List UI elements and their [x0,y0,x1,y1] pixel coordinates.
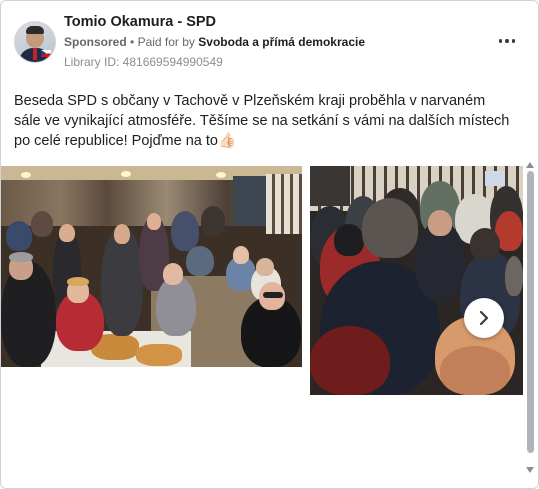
event-photo-1[interactable] [1,166,302,367]
thumbs-up-icon: 👍🏻 [217,133,237,149]
czech-flag-icon [41,50,51,57]
paid-for-prefix: Paid for by [137,35,195,49]
page-avatar[interactable] [14,21,56,63]
chevron-right-icon [479,310,489,326]
sponsored-row: Sponsored • Paid for by Svoboda a přímá … [64,35,365,49]
scroll-down-arrow-icon[interactable] [526,467,534,473]
more-options-icon[interactable] [494,31,520,51]
sponsored-label: Sponsored [64,35,127,49]
next-photo-button[interactable] [464,298,504,338]
library-id: Library ID: 481669594990549 [64,55,223,69]
scroll-up-arrow-icon[interactable] [526,162,534,168]
ad-card: Tomio Okamura - SPD Sponsored • Paid for… [0,0,539,489]
scrollbar-thumb[interactable] [527,171,534,453]
ad-body-text: Beseda SPD s občany v Tachově v Plzeňské… [14,91,514,151]
separator-dot: • [130,35,135,49]
ad-body-content: Beseda SPD s občany v Tachově v Plzeňské… [14,93,510,149]
page-name-link[interactable]: Tomio Okamura - SPD [64,14,216,30]
payer-name: Svoboda a přímá demokracie [198,35,366,49]
event-photo-2[interactable] [310,166,523,395]
